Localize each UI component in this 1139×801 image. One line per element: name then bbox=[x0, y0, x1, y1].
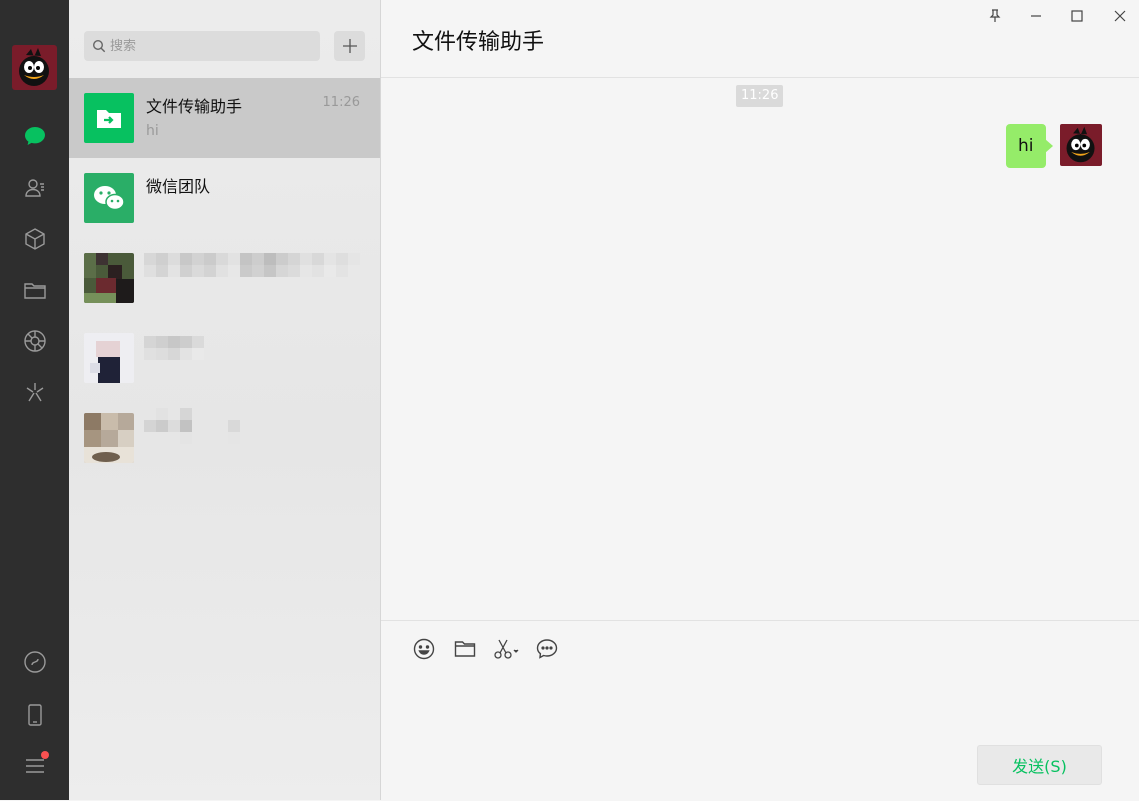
conversation-name: 微信团队 bbox=[146, 177, 211, 196]
conversation-item[interactable] bbox=[69, 238, 380, 318]
message-composer: 发送(S) bbox=[381, 620, 1139, 801]
blurred-name bbox=[144, 253, 360, 277]
add-chat-button[interactable] bbox=[334, 31, 365, 61]
pin-icon[interactable] bbox=[979, 4, 1011, 28]
message-input[interactable] bbox=[411, 676, 1115, 745]
favorites-icon[interactable] bbox=[21, 225, 49, 253]
profile-avatar[interactable] bbox=[12, 45, 57, 90]
blurred-avatar bbox=[84, 253, 134, 303]
maximize-icon[interactable] bbox=[1061, 4, 1093, 28]
moments-icon[interactable] bbox=[21, 327, 49, 355]
file-transfer-icon bbox=[84, 93, 134, 143]
mini-programs-panel-icon[interactable] bbox=[21, 648, 49, 676]
chat-history-icon[interactable] bbox=[534, 636, 560, 662]
blurred-name bbox=[144, 408, 240, 444]
chat-icon[interactable] bbox=[21, 122, 49, 150]
wechat-window: 文件传输助手 11:26 hi 微信团队 bbox=[0, 0, 1139, 800]
blurred-avatar bbox=[84, 413, 134, 463]
folder-icon[interactable] bbox=[452, 636, 478, 662]
conversation-name: 文件传输助手 bbox=[146, 97, 243, 116]
files-icon[interactable] bbox=[21, 276, 49, 304]
menu-icon[interactable] bbox=[21, 751, 49, 780]
search-box[interactable] bbox=[84, 31, 320, 61]
chat-panel: 文件传输助手 11:26 hi 发送(S) bbox=[381, 0, 1139, 800]
notification-badge bbox=[41, 751, 49, 759]
blurred-avatar bbox=[84, 333, 134, 383]
contacts-icon[interactable] bbox=[21, 174, 49, 202]
search-input[interactable] bbox=[108, 37, 302, 55]
minimize-icon[interactable] bbox=[1020, 4, 1052, 28]
message-timestamp: 11:26 bbox=[736, 85, 784, 107]
chat-header: 文件传输助手 bbox=[381, 0, 1139, 78]
phone-icon[interactable] bbox=[21, 701, 49, 729]
emoji-icon[interactable] bbox=[411, 636, 437, 662]
conversation-item[interactable]: 微信团队 bbox=[69, 158, 380, 238]
conversation-item[interactable] bbox=[69, 398, 380, 478]
wechat-team-icon bbox=[84, 173, 134, 223]
nav-rail bbox=[0, 0, 69, 800]
mini-programs-icon[interactable] bbox=[21, 378, 49, 406]
conversation-preview: hi bbox=[146, 123, 159, 139]
close-icon[interactable] bbox=[1104, 4, 1136, 28]
search-icon bbox=[92, 39, 106, 53]
conversation-list: 文件传输助手 11:26 hi 微信团队 bbox=[69, 0, 381, 800]
screenshot-icon[interactable] bbox=[493, 636, 519, 662]
conversation-item[interactable] bbox=[69, 318, 380, 398]
outgoing-message-bubble[interactable]: hi bbox=[1006, 124, 1053, 168]
conversation-time: 11:26 bbox=[322, 95, 360, 110]
sender-avatar[interactable] bbox=[1060, 124, 1102, 166]
conversation-item[interactable]: 文件传输助手 11:26 hi bbox=[69, 78, 380, 158]
chat-title: 文件传输助手 bbox=[412, 30, 545, 55]
blurred-name bbox=[144, 336, 204, 360]
send-button[interactable]: 发送(S) bbox=[977, 745, 1102, 785]
